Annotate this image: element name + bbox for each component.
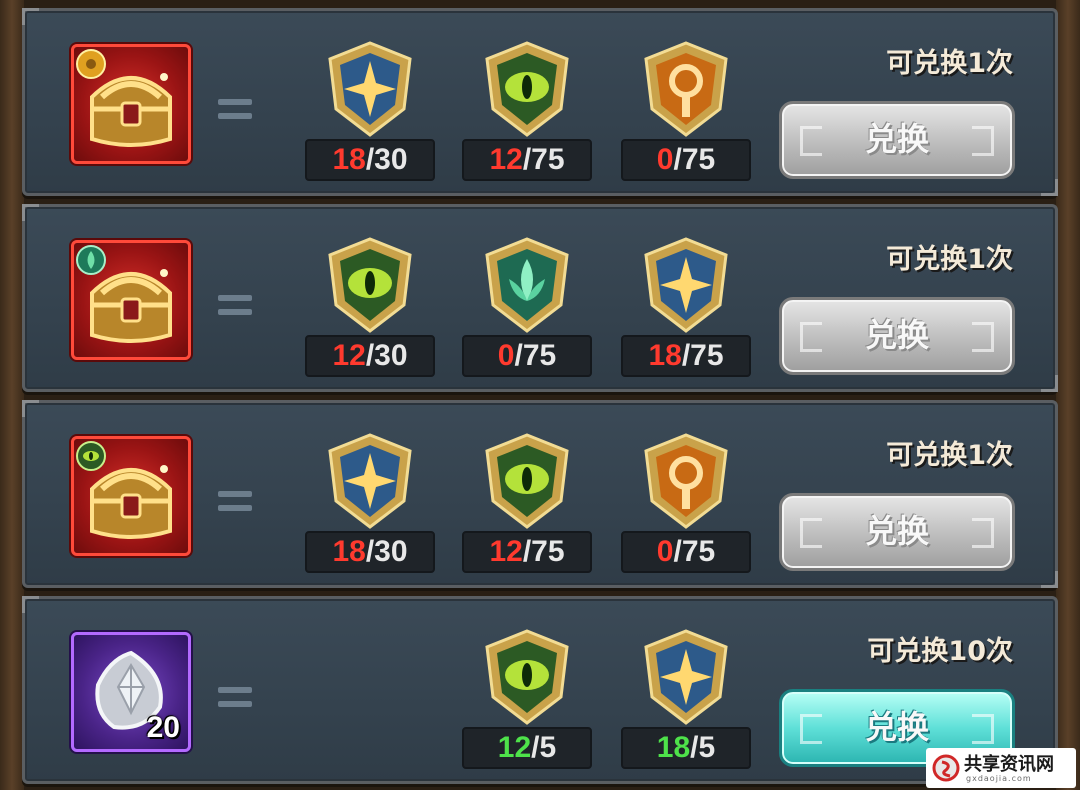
button-deco-left xyxy=(800,714,822,744)
exchange-row: 18/30 12/75 0/75 可兑换1次 兑换 xyxy=(22,400,1058,588)
eye-badge-icon xyxy=(76,441,106,471)
lotus-shield-icon xyxy=(485,237,569,333)
exchange-availability: 可兑换1次 xyxy=(886,48,1013,79)
reward-count: 20 xyxy=(146,711,180,744)
material-count: 12/5 xyxy=(462,727,592,769)
exchange-button[interactable]: 兑换 xyxy=(779,493,1015,571)
material-count: 12/75 xyxy=(462,139,592,181)
material-slot[interactable]: 0/75 xyxy=(621,431,751,581)
material-count: 12/30 xyxy=(305,335,435,377)
material-have: 18 xyxy=(332,535,366,568)
material-slot[interactable]: 18/5 xyxy=(621,627,751,777)
equals-sign xyxy=(218,99,252,123)
button-deco-right xyxy=(972,714,994,744)
equals-sign xyxy=(218,295,252,319)
frame-left-border xyxy=(0,0,24,790)
material-need: /75 xyxy=(681,339,724,372)
material-have: 18 xyxy=(656,731,691,764)
exchange-availability: 可兑换1次 xyxy=(886,440,1013,471)
eye-shield-icon xyxy=(328,237,412,333)
material-slot[interactable]: 0/75 xyxy=(462,235,592,385)
material-count: 18/30 xyxy=(305,139,435,181)
material-have: 18 xyxy=(648,339,682,372)
button-deco-left xyxy=(800,518,822,548)
exchange-list: 18/30 12/75 0/75 可兑换1次 兑换 12/30 0/75 18/… xyxy=(22,0,1058,790)
material-need: /5 xyxy=(690,731,716,764)
exchange-button[interactable]: 兑换 xyxy=(779,101,1015,179)
material-have: 12 xyxy=(332,339,366,372)
material-slot[interactable]: 12/75 xyxy=(462,39,592,189)
exchange-row: 20 12/5 18/5 可兑换10次 兑换 xyxy=(22,596,1058,784)
site-watermark: 共享资讯网 gxdaojia.com xyxy=(926,748,1076,788)
reward-chest[interactable] xyxy=(71,436,191,556)
material-count: 18/75 xyxy=(621,335,751,377)
material-have: 12 xyxy=(489,535,523,568)
exchange-button-label: 兑换 xyxy=(864,120,929,158)
reward-chest[interactable] xyxy=(71,44,191,164)
material-have: 12 xyxy=(497,731,532,764)
ring-shield-icon xyxy=(644,433,728,529)
reward-chest[interactable] xyxy=(71,240,191,360)
material-count: 0/75 xyxy=(462,335,592,377)
frame-right-border xyxy=(1056,0,1080,790)
exchange-button-label: 兑换 xyxy=(864,512,929,550)
material-slot[interactable]: 18/30 xyxy=(305,431,435,581)
material-need: /5 xyxy=(531,731,557,764)
button-deco-left xyxy=(800,322,822,352)
equals-sign xyxy=(218,687,252,711)
button-deco-right xyxy=(972,126,994,156)
material-need: /75 xyxy=(673,143,716,176)
material-have: 12 xyxy=(489,143,523,176)
material-count: 0/75 xyxy=(621,139,751,181)
material-slot[interactable]: 12/30 xyxy=(305,235,435,385)
eye-shield-icon xyxy=(485,629,569,725)
material-count: 0/75 xyxy=(621,531,751,573)
eye-shield-icon xyxy=(485,433,569,529)
material-have: 0 xyxy=(656,143,674,176)
ring-shield-icon xyxy=(644,41,728,137)
material-have: 0 xyxy=(497,339,515,372)
exchange-button[interactable]: 兑换 xyxy=(779,297,1015,375)
exchange-availability: 可兑换1次 xyxy=(886,244,1013,275)
exchange-button-label: 兑换 xyxy=(864,708,929,746)
button-deco-left xyxy=(800,126,822,156)
material-have: 0 xyxy=(656,535,674,568)
reward-gem[interactable]: 20 xyxy=(71,632,191,752)
exchange-row: 12/30 0/75 18/75 可兑换1次 兑换 xyxy=(22,204,1058,392)
star-shield-icon xyxy=(328,41,412,137)
watermark-text: 共享资讯网 xyxy=(964,754,1054,775)
button-deco-right xyxy=(972,322,994,352)
exchange-button-label: 兑换 xyxy=(864,316,929,354)
material-need: /75 xyxy=(673,535,716,568)
material-slot[interactable]: 0/75 xyxy=(621,39,751,189)
material-need: /75 xyxy=(522,143,565,176)
material-need: /30 xyxy=(365,339,408,372)
material-count: 12/75 xyxy=(462,531,592,573)
watermark-url: gxdaojia.com xyxy=(966,774,1032,783)
material-need: /30 xyxy=(365,143,408,176)
material-need: /30 xyxy=(365,535,408,568)
lotus-badge-icon xyxy=(76,245,106,275)
equals-sign xyxy=(218,491,252,515)
material-slot[interactable]: 18/30 xyxy=(305,39,435,189)
exchange-row: 18/30 12/75 0/75 可兑换1次 兑换 xyxy=(22,8,1058,196)
material-slot[interactable]: 12/75 xyxy=(462,431,592,581)
material-slot[interactable]: 18/75 xyxy=(621,235,751,385)
star-shield-icon xyxy=(328,433,412,529)
star-shield-icon xyxy=(644,629,728,725)
material-count: 18/5 xyxy=(621,727,751,769)
material-count: 18/30 xyxy=(305,531,435,573)
star-shield-icon xyxy=(644,237,728,333)
eye-shield-icon xyxy=(485,41,569,137)
material-slot[interactable]: 12/5 xyxy=(462,627,592,777)
material-need: /75 xyxy=(522,535,565,568)
watermark-logo-icon xyxy=(932,754,960,782)
material-need: /75 xyxy=(514,339,557,372)
material-have: 18 xyxy=(332,143,366,176)
exchange-availability: 可兑换10次 xyxy=(867,636,1013,667)
button-deco-right xyxy=(972,518,994,548)
gold-gear-badge-icon xyxy=(76,49,106,79)
